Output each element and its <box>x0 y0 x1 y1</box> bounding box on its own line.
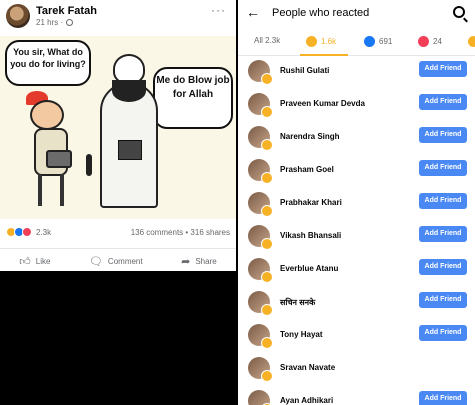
tab-like-count: 691 <box>379 37 393 46</box>
post-time[interactable]: 21 hrs · <box>36 18 63 27</box>
author-name[interactable]: Tarek Fatah <box>36 5 97 17</box>
add-friend-button[interactable]: Add Friend <box>419 292 467 308</box>
like-label: Like <box>35 256 51 266</box>
list-item[interactable]: Prabhakar Khari Add Friend <box>238 190 475 220</box>
haha-icon <box>306 36 317 47</box>
haha-reaction-icon <box>261 271 273 283</box>
wow-icon <box>468 36 475 47</box>
haha-reaction-icon <box>261 304 273 316</box>
list-item[interactable]: Ayan Adhikari Add Friend <box>238 388 475 405</box>
add-friend-button[interactable]: Add Friend <box>419 226 467 242</box>
add-friend-button[interactable]: Add Friend <box>419 325 467 341</box>
list-item[interactable]: Prasham Goel Add Friend <box>238 157 475 187</box>
reactor-name[interactable]: Praveen Kumar Devda <box>280 99 365 108</box>
reactor-name[interactable]: Prasham Goel <box>280 165 334 174</box>
add-friend-button[interactable]: Add Friend <box>419 193 467 209</box>
like-button[interactable]: 👍︎ Like <box>19 254 50 268</box>
post-image[interactable]: You sir, What do you do for living? Me d… <box>0 36 236 219</box>
facebook-post: Tarek Fatah 21 hrs · ··· You sir, What d… <box>0 0 236 271</box>
speech-bubble-left: You sir, What do you do for living? <box>5 40 91 86</box>
comments-shares-count[interactable]: 136 comments • 316 shares <box>131 228 230 237</box>
tab-all-label: All 2.3k <box>254 36 281 45</box>
reactor-name[interactable]: Narendra Singh <box>280 132 340 141</box>
reaction-count[interactable]: 2.3k <box>36 228 51 237</box>
list-item[interactable]: Narendra Singh Add Friend <box>238 124 475 154</box>
add-friend-button[interactable]: Add Friend <box>419 94 467 110</box>
reactor-name[interactable]: Rushil Gulati <box>280 66 329 75</box>
reactor-name[interactable]: Prabhakar Khari <box>280 198 342 207</box>
tab-like[interactable]: 691 <box>364 36 392 47</box>
tab-love-count: 24 <box>433 37 442 46</box>
tab-wow[interactable] <box>468 36 475 47</box>
tab-love[interactable]: 24 <box>418 36 442 47</box>
list-item[interactable]: Tony Hayat Add Friend <box>238 322 475 352</box>
haha-reaction-icon <box>261 172 273 184</box>
cartoon-camera <box>46 150 72 168</box>
list-item[interactable]: Praveen Kumar Devda Add Friend <box>238 91 475 121</box>
tab-haha[interactable]: 1.6k <box>306 36 336 47</box>
like-icon <box>364 36 375 47</box>
tab-all[interactable]: All 2.3k <box>254 36 280 45</box>
haha-reaction-icon <box>261 73 273 85</box>
globe-icon <box>66 19 74 26</box>
add-friend-button[interactable]: Add Friend <box>419 391 467 405</box>
post-actions: 👍︎ Like 🗨︎ Comment ➦ Share <box>0 248 236 268</box>
share-icon: ➦ <box>181 255 191 268</box>
reactor-name[interactable]: Sravan Navate <box>280 363 335 372</box>
author-avatar[interactable] <box>6 4 30 28</box>
haha-reaction-icon <box>261 370 273 382</box>
comment-icon: 🗨︎ <box>88 255 103 268</box>
haha-reaction-icon <box>261 139 273 151</box>
love-icon <box>418 36 429 47</box>
cartoon-figure-vest <box>118 140 142 160</box>
reactor-name[interactable]: Vikash Bhansali <box>280 231 341 240</box>
reactor-name[interactable]: Tony Hayat <box>280 330 323 339</box>
haha-reaction-icon <box>261 205 273 217</box>
cartoon-microphone <box>86 154 92 176</box>
share-label: Share <box>195 256 217 266</box>
list-item[interactable]: Everblue Atanu Add Friend <box>238 256 475 286</box>
cartoon-reporter-legs <box>38 174 64 206</box>
list-item[interactable]: Sravan Navate <box>238 355 475 385</box>
add-friend-button[interactable]: Add Friend <box>419 259 467 275</box>
list-item[interactable]: Rushil Gulati Add Friend <box>238 58 475 88</box>
share-button[interactable]: ➦ Share <box>181 254 217 268</box>
add-friend-button[interactable]: Add Friend <box>419 160 467 176</box>
post-stats: 2.3k 136 comments • 316 shares <box>0 224 236 242</box>
reactor-name[interactable]: Everblue Atanu <box>280 264 338 273</box>
list-item[interactable]: सचिन सनके Add Friend <box>238 289 475 319</box>
cartoon-reporter-head <box>30 100 64 130</box>
reaction-tabs: All 2.3k 1.6k 691 24 <box>238 30 475 56</box>
search-icon[interactable] <box>453 6 465 18</box>
haha-reaction-icon <box>261 106 273 118</box>
comment-button[interactable]: 🗨︎ Comment <box>89 254 143 268</box>
cartoon-figure-beard <box>112 80 146 102</box>
page-title: People who reacted <box>272 7 370 19</box>
post-meta: 21 hrs · <box>36 18 74 27</box>
more-options-icon[interactable]: ··· <box>211 3 226 17</box>
tab-haha-count: 1.6k <box>321 37 337 46</box>
add-friend-button[interactable]: Add Friend <box>419 61 467 77</box>
back-arrow-icon[interactable]: ← <box>246 4 260 20</box>
comment-label: Comment <box>107 256 143 266</box>
speech-bubble-right: Me do Blow job for Allah <box>153 67 233 129</box>
reactor-name[interactable]: Ayan Adhikari <box>280 396 333 405</box>
haha-reaction-icon <box>261 238 273 250</box>
active-tab-indicator <box>300 54 348 56</box>
list-item[interactable]: Vikash Bhansali Add Friend <box>238 223 475 253</box>
post-header: Tarek Fatah 21 hrs · ··· <box>0 0 236 34</box>
reactions-panel: ← People who reacted All 2.3k 1.6k 691 2… <box>238 0 475 405</box>
reactor-name[interactable]: सचिन सनके <box>280 297 315 308</box>
like-icon: 👍︎ <box>19 255 31 268</box>
love-icon <box>22 227 32 237</box>
add-friend-button[interactable]: Add Friend <box>419 127 467 143</box>
haha-reaction-icon <box>261 337 273 349</box>
reactions-header: ← People who reacted <box>238 0 475 26</box>
reaction-icons[interactable] <box>6 227 32 237</box>
